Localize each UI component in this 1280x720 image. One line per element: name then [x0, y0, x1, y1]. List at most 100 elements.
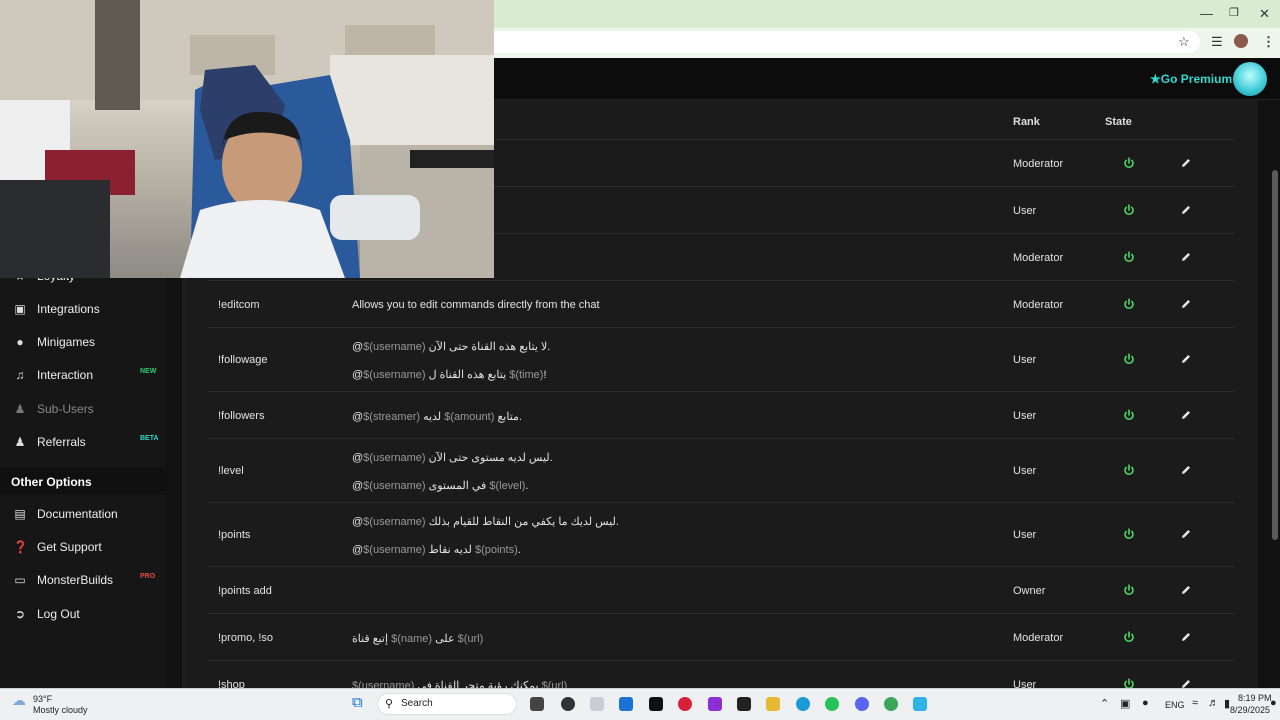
rank-header: Rank	[1013, 116, 1040, 128]
app-dark-icon[interactable]	[737, 697, 751, 711]
command-rank: Moderator	[1013, 251, 1064, 264]
response-line: @$(username) لا يتابع هذه القناة حتى الآ…	[352, 340, 550, 353]
network-offline-icon[interactable]: ▣	[1120, 697, 1130, 710]
star-icon: ★	[1150, 72, 1161, 86]
sidebar-item-minigames[interactable]: ● Minigames	[0, 327, 166, 357]
edit-pencil-icon[interactable]	[1180, 251, 1194, 265]
edit-pencil-icon[interactable]	[1180, 409, 1194, 423]
power-toggle-icon[interactable]	[1123, 156, 1137, 171]
power-toggle-icon[interactable]	[1123, 408, 1137, 423]
command-rank: Owner	[1013, 584, 1046, 597]
windows-start-icon[interactable]: ⧉	[352, 694, 363, 711]
taskbar	[0, 688, 1280, 720]
response-segment: @	[352, 410, 364, 423]
response-segment: !	[543, 369, 547, 381]
language-indicator[interactable]: ENG	[1165, 700, 1185, 710]
sidebar-item-documentation[interactable]: ▤ Documentation	[0, 499, 166, 529]
response-segment: @	[352, 369, 364, 381]
app-p-icon[interactable]	[708, 697, 722, 711]
restore-icon[interactable]: ❐	[1229, 6, 1239, 19]
response-line: @$(username) لديه نقاط $(points).	[352, 543, 521, 556]
sidebar-item-get-support[interactable]: ❓ Get Support	[0, 532, 166, 562]
menu-dots-icon[interactable]: ⋮	[1262, 34, 1275, 50]
mic-icon[interactable]: ●	[1142, 697, 1149, 709]
scrollbar[interactable]	[1272, 170, 1278, 540]
edit-pencil-icon[interactable]	[1180, 353, 1194, 367]
response-segment: @	[352, 341, 364, 353]
whatsapp-icon[interactable]	[825, 697, 839, 711]
edit-pencil-icon[interactable]	[1180, 678, 1194, 689]
response-segment: متابع.	[494, 410, 522, 423]
response-segment: $(username)	[363, 369, 426, 381]
edit-pencil-icon[interactable]	[1180, 464, 1194, 478]
screen: — ❐ ✕ ☆ ☰ ⋮ ★Go Premium ★Loyalty▣Integra…	[0, 0, 1280, 720]
task-view-icon[interactable]	[530, 697, 544, 711]
weather-temp[interactable]: 93°F	[33, 694, 52, 704]
obs-icon[interactable]	[561, 697, 575, 711]
power-toggle-icon[interactable]	[1123, 630, 1137, 645]
address-bar[interactable]	[470, 31, 1200, 53]
sidebar-item-log-out[interactable]: ➲ Log Out	[0, 599, 166, 629]
laptop-icon: ▭	[14, 573, 26, 587]
power-toggle-icon[interactable]	[1123, 203, 1137, 218]
edge-icon[interactable]	[796, 697, 810, 711]
close-icon[interactable]: ✕	[1259, 6, 1270, 22]
edit-pencil-icon[interactable]	[1180, 298, 1194, 312]
response-segment: $(username)	[363, 544, 426, 556]
user-avatar[interactable]	[1233, 62, 1267, 96]
notification-bell-icon[interactable]: ●	[1270, 697, 1277, 709]
command-name: !level	[218, 465, 244, 477]
app-f-icon[interactable]	[913, 697, 927, 711]
edit-pencil-icon[interactable]	[1180, 584, 1194, 598]
edit-pencil-icon[interactable]	[1180, 631, 1194, 645]
table-row: !points @$(username) ليس لديك ما يكفي من …	[208, 502, 1235, 566]
taskbar-search[interactable]	[377, 693, 517, 715]
sidebar-item-sub-users[interactable]: ♟ Sub-Users	[0, 394, 166, 424]
power-toggle-icon[interactable]	[1123, 528, 1137, 542]
clock-date[interactable]: 8/29/2025	[1230, 705, 1270, 715]
discord-icon[interactable]	[855, 697, 869, 711]
response-segment: لديه نقاط	[425, 544, 475, 556]
tray-chevron-icon[interactable]: ⌃	[1100, 697, 1109, 710]
response-segment: $(amount)	[444, 410, 495, 423]
pinterest-icon[interactable]	[678, 697, 692, 711]
edit-pencil-icon[interactable]	[1180, 204, 1194, 218]
clock-time[interactable]: 8:19 PM	[1238, 693, 1272, 703]
file-explorer-icon[interactable]	[766, 697, 780, 711]
go-premium-button[interactable]: ★Go Premium	[1150, 72, 1232, 86]
sidebar-item-label: Log Out	[37, 607, 80, 621]
app-icon[interactable]	[590, 697, 604, 711]
weather-desc[interactable]: Mostly cloudy	[33, 705, 88, 715]
edit-pencil-icon[interactable]	[1180, 157, 1194, 171]
sidebar-item-monsterbuilds[interactable]: ▭ MonsterBuilds PRO	[0, 565, 166, 595]
sidebar-item-referrals[interactable]: ♟ Referrals BETA	[0, 427, 166, 457]
weather-icon[interactable]: ☁	[12, 692, 26, 709]
response-line: @$(username) يتابع هذه القناة ل $(time)!	[352, 368, 547, 381]
state-header: State	[1105, 116, 1132, 128]
power-toggle-icon[interactable]	[1123, 297, 1137, 312]
power-toggle-icon[interactable]	[1123, 250, 1137, 265]
table-row: !editcom Allows you to edit commands dire…	[208, 280, 1235, 327]
bookmark-star-icon[interactable]: ☆	[1178, 34, 1190, 50]
profile-icon[interactable]	[1234, 34, 1248, 48]
media-control-icon[interactable]: ☰	[1211, 34, 1223, 50]
music-icon: ♫	[15, 368, 25, 382]
wifi-icon[interactable]: ≈	[1192, 697, 1198, 709]
sidebar-item-interaction[interactable]: ♫ Interaction NEW	[0, 360, 166, 390]
sidebar-item-label: Sub-Users	[37, 402, 94, 416]
tiktok-icon[interactable]	[649, 697, 663, 711]
power-toggle-icon[interactable]	[1123, 583, 1137, 598]
command-name: !followers	[218, 409, 265, 422]
power-toggle-icon[interactable]	[1123, 677, 1137, 688]
power-toggle-icon[interactable]	[1123, 353, 1137, 367]
edit-pencil-icon[interactable]	[1180, 528, 1194, 542]
minimize-icon[interactable]: —	[1200, 6, 1213, 21]
response-line: @$(streamer) لديه $(amount) متابع.	[352, 410, 522, 423]
store-icon[interactable]	[619, 697, 633, 711]
volume-icon[interactable]: ♬	[1208, 697, 1219, 709]
table-row: !followage @$(username) لا يتابع هذه القن…	[208, 327, 1235, 391]
power-toggle-icon[interactable]	[1123, 464, 1137, 478]
chrome-icon[interactable]	[884, 697, 898, 711]
sidebar-item-integrations[interactable]: ▣ Integrations	[0, 294, 166, 324]
response-segment: $(username)	[352, 679, 415, 689]
